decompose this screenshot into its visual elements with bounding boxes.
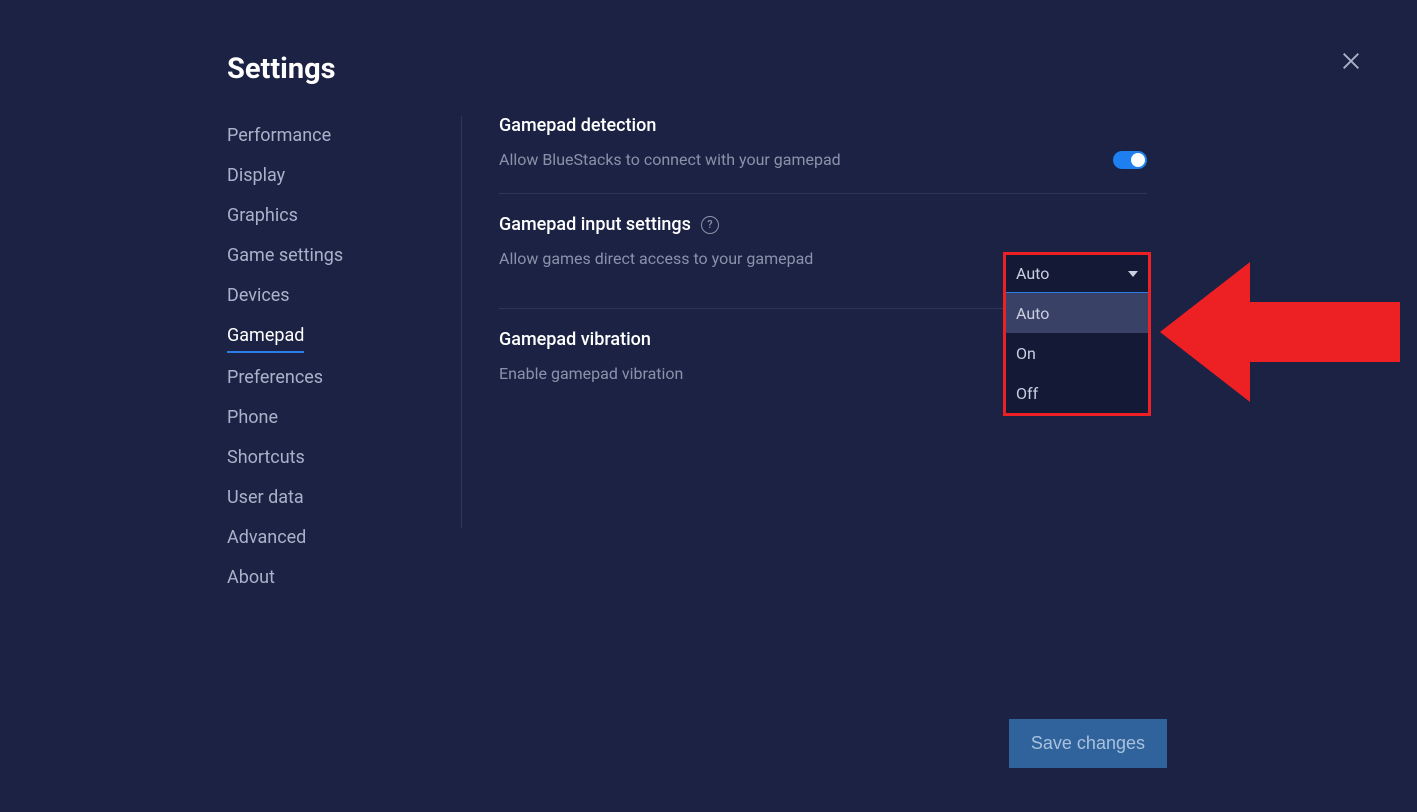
sidebar-item-game-settings[interactable]: Game settings [227, 245, 343, 271]
dropdown-option-auto[interactable]: Auto [1006, 293, 1148, 333]
section-title-input: Gamepad input settings ? [499, 214, 1147, 235]
vertical-divider [461, 116, 462, 528]
help-icon[interactable]: ? [701, 216, 719, 234]
close-icon [1340, 50, 1362, 72]
input-dropdown[interactable]: Auto [1006, 255, 1148, 293]
chevron-down-icon [1128, 271, 1138, 277]
annotation-red-arrow [1160, 242, 1417, 422]
sidebar-item-display[interactable]: Display [227, 165, 285, 191]
dropdown-option-on[interactable]: On [1006, 333, 1148, 373]
section-divider [499, 193, 1147, 194]
sidebar-item-about[interactable]: About [227, 567, 275, 593]
sidebar-item-user-data[interactable]: User data [227, 487, 304, 513]
sidebar-item-shortcuts[interactable]: Shortcuts [227, 447, 305, 473]
section-title-detection: Gamepad detection [499, 115, 1147, 136]
sidebar-item-advanced[interactable]: Advanced [227, 527, 306, 553]
input-dropdown-highlight: Auto Auto On Off [1003, 252, 1151, 416]
dropdown-selected-value: Auto [1016, 264, 1049, 283]
page-title: Settings [227, 52, 336, 86]
section-title-vibration-label: Gamepad vibration [499, 329, 651, 350]
section-title-detection-label: Gamepad detection [499, 115, 656, 136]
dropdown-option-off[interactable]: Off [1006, 373, 1148, 413]
detection-desc: Allow BlueStacks to connect with your ga… [499, 150, 841, 169]
input-dropdown-wrapper: Auto Auto On Off [1003, 252, 1151, 416]
vibration-desc: Enable gamepad vibration [499, 364, 683, 383]
sidebar-item-performance[interactable]: Performance [227, 125, 331, 151]
save-changes-button[interactable]: Save changes [1009, 719, 1167, 768]
sidebar-item-gamepad[interactable]: Gamepad [227, 325, 304, 353]
toggle-knob [1131, 153, 1145, 167]
section-title-input-label: Gamepad input settings [499, 214, 691, 235]
detection-toggle[interactable] [1113, 151, 1147, 169]
sidebar-item-devices[interactable]: Devices [227, 285, 290, 311]
close-button[interactable] [1340, 50, 1362, 72]
sidebar: Performance Display Graphics Game settin… [227, 125, 427, 607]
sidebar-item-preferences[interactable]: Preferences [227, 367, 323, 393]
input-desc: Allow games direct access to your gamepa… [499, 249, 813, 268]
sidebar-item-phone[interactable]: Phone [227, 407, 278, 433]
sidebar-item-graphics[interactable]: Graphics [227, 205, 298, 231]
